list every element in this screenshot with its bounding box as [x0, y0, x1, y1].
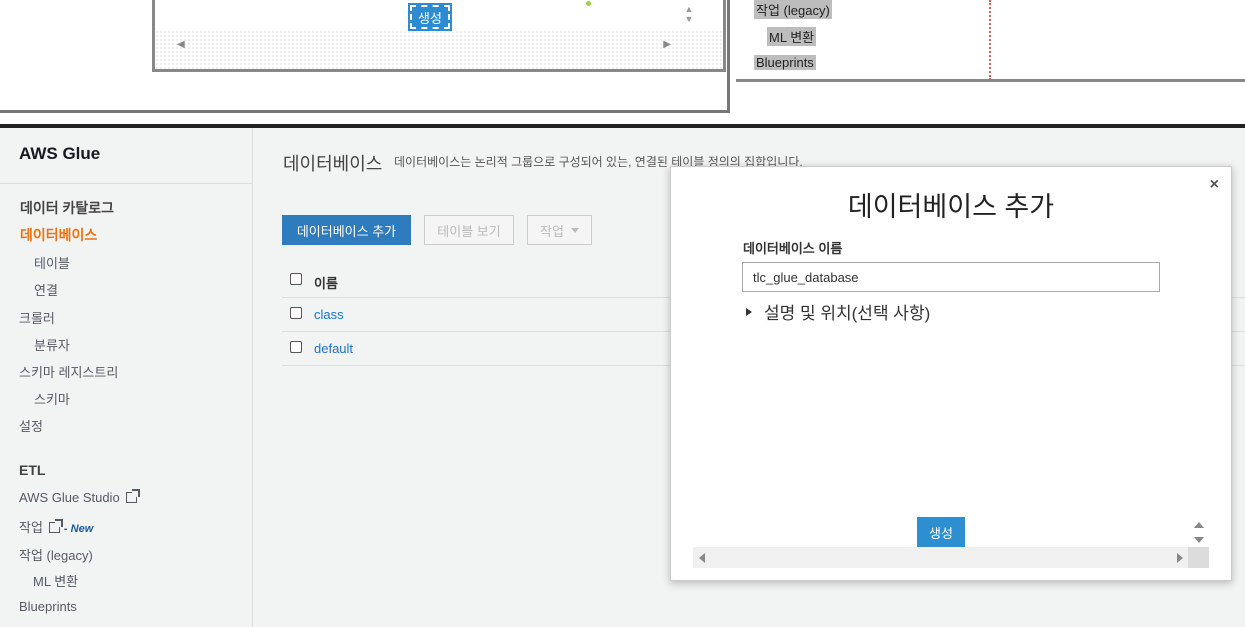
sidebar-item-databases[interactable]: 데이터베이스	[20, 225, 97, 245]
preview-nav-ml-transforms: ML 변환	[767, 27, 817, 46]
external-link-icon	[48, 519, 63, 533]
add-database-dialog: × 데이터베이스 추가 데이터베이스 이름 설명 및 위치(선택 사항) 생성	[670, 166, 1232, 581]
preview-nav-jobs-legacy: 작업 (legacy)	[754, 0, 832, 19]
database-link[interactable]: class	[314, 307, 344, 322]
preview-create-button: 생성	[408, 3, 452, 31]
preview-vertical-scrollbar: ▲ ▼	[684, 4, 694, 24]
action-dropdown[interactable]: 작업	[527, 215, 592, 245]
new-badge: - New	[63, 523, 94, 535]
cursor-dot	[586, 1, 591, 6]
sidebar-item-crawlers[interactable]: 크롤러	[19, 308, 55, 327]
preview-nav-blueprints: Blueprints	[754, 55, 816, 70]
sidebar-item-ml-transforms[interactable]: ML 변환	[33, 571, 78, 590]
scroll-left-icon[interactable]	[699, 552, 705, 563]
sidebar-item-schemas[interactable]: 스키마	[34, 389, 70, 408]
create-button[interactable]: 생성	[917, 517, 965, 548]
database-name-input[interactable]	[742, 262, 1160, 292]
scroll-right-icon[interactable]	[1177, 552, 1183, 563]
sidebar-item-jobs-legacy[interactable]: 작업 (legacy)	[19, 545, 93, 564]
dialog-title: 데이터베이스 추가	[847, 192, 1055, 222]
horizontal-scrollbar[interactable]	[693, 547, 1189, 568]
expander-label: 설명 및 위치(선택 사항)	[764, 304, 931, 323]
add-database-button[interactable]: 데이터베이스 추가	[282, 215, 411, 245]
sidebar-item-label: AWS Glue Studio	[19, 490, 120, 505]
database-name-label: 데이터베이스 이름	[743, 241, 843, 256]
row-checkbox[interactable]	[290, 341, 302, 353]
previous-view-fragment: 생성 ▲ ▼ ◀ ▶ 작업 (legacy) ML 변환 Blueprints	[0, 0, 1245, 128]
sidebar-section-etl: ETL	[19, 462, 46, 478]
database-link[interactable]: default	[314, 341, 353, 356]
chevron-down-icon	[570, 227, 579, 233]
sidebar-item-glue-studio[interactable]: AWS Glue Studio	[19, 489, 140, 505]
caret-right-icon	[746, 307, 752, 316]
sidebar: AWS Glue 데이터 카탈로그 데이터베이스 테이블 연결 크롤러 분류자 …	[0, 128, 253, 627]
preview-dialog: 생성 ▲ ▼ ◀ ▶	[152, 0, 726, 72]
page-title: 데이터베이스	[283, 154, 383, 174]
sidebar-item-blueprints[interactable]: Blueprints	[19, 599, 77, 614]
sidebar-item-schema-registry[interactable]: 스키마 레지스트리	[19, 362, 118, 381]
vertical-scrollbar[interactable]	[1188, 517, 1209, 547]
preview-horizontal-scrollbar: ◀ ▶	[177, 38, 671, 50]
sidebar-item-label: 작업	[19, 520, 43, 535]
column-header-name[interactable]: 이름	[314, 273, 338, 292]
sidebar-item-connections[interactable]: 연결	[34, 280, 58, 299]
external-link-icon	[125, 489, 140, 503]
scroll-up-icon[interactable]	[1193, 521, 1204, 528]
service-title: AWS Glue	[19, 144, 101, 163]
sidebar-section-data-catalog: 데이터 카탈로그	[20, 200, 115, 216]
view-tables-button[interactable]: 테이블 보기	[424, 215, 514, 245]
description-location-expander[interactable]: 설명 및 위치(선택 사항)	[746, 299, 930, 324]
action-dropdown-label: 작업	[540, 223, 564, 239]
sidebar-item-jobs[interactable]: 작업 - New	[19, 517, 93, 536]
scroll-down-icon[interactable]	[1193, 536, 1204, 543]
sidebar-item-classifiers[interactable]: 분류자	[34, 335, 70, 354]
sidebar-item-settings[interactable]: 설정	[19, 416, 43, 435]
select-all-checkbox[interactable]	[290, 273, 302, 285]
sidebar-item-tables[interactable]: 테이블	[34, 253, 70, 272]
row-checkbox[interactable]	[290, 307, 302, 319]
